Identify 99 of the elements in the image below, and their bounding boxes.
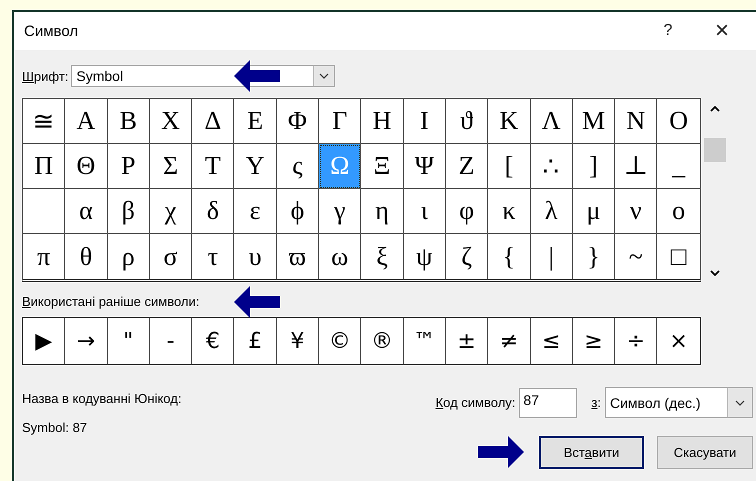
- window-title: Символ: [24, 22, 80, 40]
- character-code-field[interactable]: 87: [519, 388, 578, 418]
- recent-symbol-cell[interactable]: ±: [446, 318, 488, 364]
- from-label: з:: [591, 395, 601, 410]
- symbol-cell[interactable]: Θ: [65, 144, 108, 189]
- symbol-cell[interactable]: α: [65, 189, 108, 234]
- symbol-cell[interactable]: Ζ: [446, 144, 488, 189]
- symbol-cell[interactable]: Η: [361, 99, 404, 144]
- recent-symbol-cell[interactable]: →: [65, 318, 108, 364]
- symbol-cell[interactable]: Σ: [150, 144, 192, 189]
- insert-button[interactable]: Вставити: [539, 436, 644, 469]
- symbol-cell[interactable]: δ: [192, 189, 234, 234]
- symbol-cell[interactable]: μ: [572, 189, 616, 234]
- right-arrow-icon: [478, 436, 524, 468]
- unicode-name-label: Назва в кодуванні Юнікод:: [22, 391, 182, 406]
- symbol-cell[interactable]: Δ: [192, 99, 234, 144]
- symbol-cell[interactable]: Φ: [276, 99, 320, 144]
- symbol-cell[interactable]: η: [361, 189, 404, 234]
- scroll-down-icon[interactable]: [710, 270, 720, 276]
- symbol-cell[interactable]: Ψ: [404, 144, 446, 189]
- symbol-cell[interactable]: Λ: [530, 99, 573, 144]
- symbol-cell[interactable]: ζ: [446, 234, 488, 279]
- symbol-cell[interactable]: |: [530, 234, 573, 279]
- symbol-cell[interactable]: Ρ: [108, 144, 150, 189]
- symbol-cell[interactable]: Ο: [657, 99, 700, 144]
- symbol-cell[interactable]: Ε: [234, 99, 277, 144]
- recent-symbol-cell[interactable]: ≠: [488, 318, 531, 364]
- symbol-cell[interactable]: ]: [572, 144, 616, 189]
- symbol-cell[interactable]: [23, 189, 66, 234]
- recent-symbol-cell[interactable]: ©: [319, 318, 362, 364]
- symbol-cell[interactable]: σ: [150, 234, 192, 279]
- symbol-cell[interactable]: ψ: [404, 234, 446, 279]
- symbol-cell[interactable]: ι: [404, 189, 446, 234]
- recent-symbol-cell[interactable]: ≤: [530, 318, 573, 364]
- symbol-cell[interactable]: ⊥: [615, 144, 658, 189]
- recent-symbol-cell[interactable]: ®: [361, 318, 404, 364]
- symbol-cell[interactable]: ρ: [108, 234, 150, 279]
- symbol-cell[interactable]: ν: [615, 189, 658, 234]
- symbol-cell[interactable]: Π: [23, 144, 66, 189]
- symbol-cell[interactable]: Β: [108, 99, 150, 144]
- symbol-cell[interactable]: Υ: [234, 144, 277, 189]
- symbol-cell[interactable]: τ: [192, 234, 234, 279]
- chevron-down-icon: [735, 400, 745, 406]
- character-code-label: Код символу:: [436, 395, 516, 410]
- symbol-cell[interactable]: ϕ: [276, 189, 320, 234]
- recent-symbol-cell[interactable]: ¥: [276, 318, 320, 364]
- scroll-thumb[interactable]: [704, 138, 726, 162]
- cancel-button[interactable]: Скасувати: [657, 436, 753, 469]
- help-button[interactable]: ?: [658, 22, 678, 40]
- symbol-cell[interactable]: [: [488, 144, 531, 189]
- symbol-cell[interactable]: ο: [657, 189, 700, 234]
- symbol-cell[interactable]: ϖ: [276, 234, 320, 279]
- symbol-cell[interactable]: ε: [234, 189, 277, 234]
- symbol-cell[interactable]: }: [572, 234, 616, 279]
- recent-symbol-cell[interactable]: ×: [657, 318, 700, 364]
- symbol-cell[interactable]: φ: [446, 189, 488, 234]
- symbol-cell[interactable]: λ: [530, 189, 573, 234]
- symbol-cell[interactable]: π: [23, 234, 66, 279]
- unicode-name: Symbol: 87: [22, 420, 88, 435]
- recent-symbol-cell[interactable]: £: [234, 318, 277, 364]
- symbol-cell[interactable]: κ: [488, 189, 531, 234]
- chevron-down-icon: [319, 73, 330, 79]
- symbol-cell[interactable]: χ: [150, 189, 192, 234]
- font-label: Шрифт:: [22, 68, 68, 84]
- from-dropdown[interactable]: Символ (дес.): [605, 387, 753, 418]
- symbol-cell[interactable]: {: [488, 234, 531, 279]
- symbol-cell[interactable]: ξ: [361, 234, 404, 279]
- recent-symbol-cell[interactable]: ≥: [572, 318, 616, 364]
- recent-symbol-cell[interactable]: ™: [404, 318, 446, 364]
- left-arrow-icon: [234, 286, 280, 318]
- symbol-cell[interactable]: Ι: [404, 99, 446, 144]
- symbol-cell[interactable]: Ξ: [361, 144, 404, 189]
- scroll-up-icon[interactable]: [710, 106, 720, 112]
- recent-symbol-cell[interactable]: ÷: [615, 318, 658, 364]
- recent-symbol-cell[interactable]: -: [150, 318, 192, 364]
- left-arrow-icon: [234, 60, 280, 92]
- recent-symbols-label: Використані раніше символи:: [22, 294, 200, 309]
- symbol-cell[interactable]: ≅: [23, 99, 66, 144]
- close-button[interactable]: ×: [710, 17, 734, 45]
- recent-symbol-cell[interactable]: ▶: [23, 318, 66, 364]
- symbol-cell[interactable]: Μ: [572, 99, 616, 144]
- symbol-cell[interactable]: υ: [234, 234, 277, 279]
- recent-symbol-cell[interactable]: €: [192, 318, 234, 364]
- symbol-cell[interactable]: _: [657, 144, 700, 189]
- symbol-cell[interactable]: ω: [319, 234, 362, 279]
- symbol-cell[interactable]: ∴: [530, 144, 573, 189]
- symbol-cell[interactable]: Χ: [150, 99, 192, 144]
- recent-symbol-cell[interactable]: ": [108, 318, 150, 364]
- font-dropdown[interactable]: Symbol: [71, 65, 336, 87]
- symbol-cell[interactable]: Τ: [192, 144, 234, 189]
- symbol-cell[interactable]: Α: [65, 99, 108, 144]
- symbol-cell[interactable]: θ: [65, 234, 108, 279]
- symbol-cell[interactable]: ϑ: [446, 99, 488, 144]
- symbol-cell[interactable]: Κ: [488, 99, 531, 144]
- symbol-cell[interactable]: β: [108, 189, 150, 234]
- symbol-cell[interactable]: ~: [615, 234, 658, 279]
- symbol-cell[interactable]: γ: [319, 189, 362, 234]
- symbol-cell[interactable]: Ν: [615, 99, 658, 144]
- symbol-cell[interactable]: □: [657, 234, 700, 279]
